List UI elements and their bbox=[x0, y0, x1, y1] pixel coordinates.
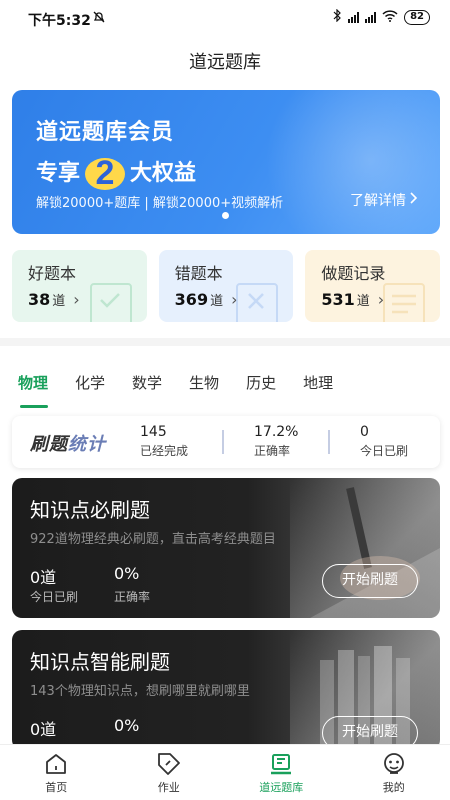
nav-label: 我的 bbox=[382, 781, 405, 794]
panel-subtitle: 922道物理经典必刷题，直击高考经典题目 bbox=[30, 532, 276, 547]
chevron-right-icon: › bbox=[73, 290, 80, 309]
learn-more-label: 了解详情 bbox=[350, 193, 406, 209]
carousel-indicator bbox=[222, 212, 229, 219]
accuracy-value: 0% bbox=[114, 716, 140, 735]
status-icons: 82 bbox=[333, 8, 430, 25]
banner-glow bbox=[260, 90, 440, 234]
stat-value: 0 bbox=[360, 424, 369, 440]
wrong-questions-card[interactable]: 错题本 369 道 › bbox=[158, 250, 294, 322]
card-count-unit: 道 bbox=[356, 294, 370, 309]
tab-physics[interactable]: 物理 bbox=[18, 372, 49, 408]
accuracy-label: 正确率 bbox=[114, 590, 151, 604]
status-time: 下午5:32 bbox=[28, 13, 91, 29]
stat-divider bbox=[328, 430, 330, 454]
tab-biology[interactable]: 生物 bbox=[189, 372, 219, 408]
section-divider bbox=[0, 338, 450, 346]
stat-accuracy: 17.2% 正确率 bbox=[254, 424, 298, 459]
tab-chemistry[interactable]: 化学 bbox=[75, 372, 105, 408]
svg-text:2: 2 bbox=[96, 154, 115, 192]
signal-icon bbox=[348, 11, 360, 23]
stats-logo: 刷题统计 bbox=[30, 430, 106, 456]
stats-logo-b: 统计 bbox=[68, 434, 106, 455]
stat-label: 今日已刷 bbox=[360, 444, 409, 458]
membership-banner[interactable]: 道远题库会员 专享 2 大权益 解锁20000+题库 | 解锁20000+视频解… bbox=[12, 90, 440, 234]
nav-profile[interactable]: 我的 bbox=[338, 745, 450, 800]
stat-divider bbox=[222, 430, 224, 454]
panel-title: 知识点必刷题 bbox=[30, 498, 150, 522]
tab-history[interactable]: 历史 bbox=[246, 372, 276, 408]
accuracy-value: 0% bbox=[114, 564, 140, 583]
signal-icon bbox=[365, 11, 377, 23]
wifi-icon bbox=[382, 9, 398, 25]
practice-stats: 刷题统计 145 已经完成 17.2% 正确率 0 今日已刷 bbox=[12, 416, 440, 468]
notebook-check-icon bbox=[89, 283, 132, 322]
banner-subtitle-pre: 专享 bbox=[36, 161, 81, 186]
notebook-lines-icon bbox=[383, 283, 426, 322]
bottom-navigation: 首页 作业 道远题库 我的 bbox=[0, 744, 450, 800]
card-count-value: 38 bbox=[28, 290, 51, 309]
stat-value: 145 bbox=[140, 424, 167, 440]
card-count-value: 369 bbox=[174, 290, 209, 309]
stat-label: 正确率 bbox=[254, 444, 291, 458]
profile-icon bbox=[383, 753, 404, 774]
question-bank-icon bbox=[271, 754, 292, 775]
battery-indicator: 82 bbox=[404, 9, 430, 25]
start-practice-button[interactable]: 开始刷题 bbox=[322, 564, 418, 598]
tab-math[interactable]: 数学 bbox=[132, 372, 162, 408]
banner-description: 解锁20000+题库 | 解锁20000+视频解析 bbox=[36, 196, 284, 211]
chevron-right-icon bbox=[410, 192, 418, 208]
today-count: 0道 bbox=[30, 568, 57, 587]
learn-more-link[interactable]: 了解详情 bbox=[350, 190, 418, 210]
nav-label: 道远题库 bbox=[259, 781, 304, 794]
number-two-badge-icon: 2 bbox=[82, 148, 128, 194]
tag-icon bbox=[157, 753, 180, 775]
card-count-unit: 道 bbox=[210, 294, 224, 309]
banner-title: 道远题库会员 bbox=[36, 120, 175, 145]
smart-practice-panel: 知识点智能刷题 143个物理知识点，想刷哪里就刷哪里 0道 0% 开始刷题 bbox=[12, 630, 440, 750]
stat-completed: 145 已经完成 bbox=[140, 424, 188, 459]
stats-logo-a: 刷题 bbox=[30, 434, 68, 455]
quick-cards: 好题本 38 道 › 错题本 369 道 › 做题记录 531 道 › bbox=[12, 250, 441, 322]
nav-question-bank[interactable]: 道远题库 bbox=[225, 745, 338, 800]
today-count: 0道 bbox=[30, 720, 57, 739]
good-questions-card[interactable]: 好题本 38 道 › bbox=[12, 250, 147, 322]
subject-tabs: 物理 化学 数学 生物 历史 地理 bbox=[18, 372, 360, 408]
banner-subtitle-post: 大权益 bbox=[130, 161, 197, 186]
bluetooth-icon bbox=[333, 8, 342, 25]
card-count-unit: 道 bbox=[52, 294, 66, 309]
status-bar: 下午5:32 82 bbox=[0, 0, 450, 36]
nav-label: 作业 bbox=[157, 781, 180, 794]
stat-today: 0 今日已刷 bbox=[360, 424, 408, 459]
notebook-cross-icon bbox=[236, 283, 279, 322]
home-icon bbox=[46, 754, 67, 774]
nav-home[interactable]: 首页 bbox=[0, 745, 113, 800]
stat-value: 17.2% bbox=[254, 424, 299, 440]
today-label: 今日已刷 bbox=[30, 590, 79, 604]
panel-title: 知识点智能刷题 bbox=[30, 650, 170, 674]
stat-label: 已经完成 bbox=[140, 444, 189, 458]
nav-homework[interactable]: 作业 bbox=[113, 745, 226, 800]
practice-history-card[interactable]: 做题记录 531 道 › bbox=[305, 250, 441, 322]
page-title: 道远题库 bbox=[189, 52, 261, 73]
nav-label: 首页 bbox=[45, 781, 68, 794]
tab-geography[interactable]: 地理 bbox=[303, 372, 333, 408]
card-count-value: 531 bbox=[321, 290, 355, 309]
mute-icon bbox=[92, 10, 106, 28]
panel-subtitle: 143个物理知识点，想刷哪里就刷哪里 bbox=[30, 684, 250, 699]
banner-subtitle: 专享 2 大权益 bbox=[36, 148, 196, 194]
must-do-panel: 知识点必刷题 922道物理经典必刷题，直击高考经典题目 0道 今日已刷 0% 正… bbox=[12, 478, 440, 618]
